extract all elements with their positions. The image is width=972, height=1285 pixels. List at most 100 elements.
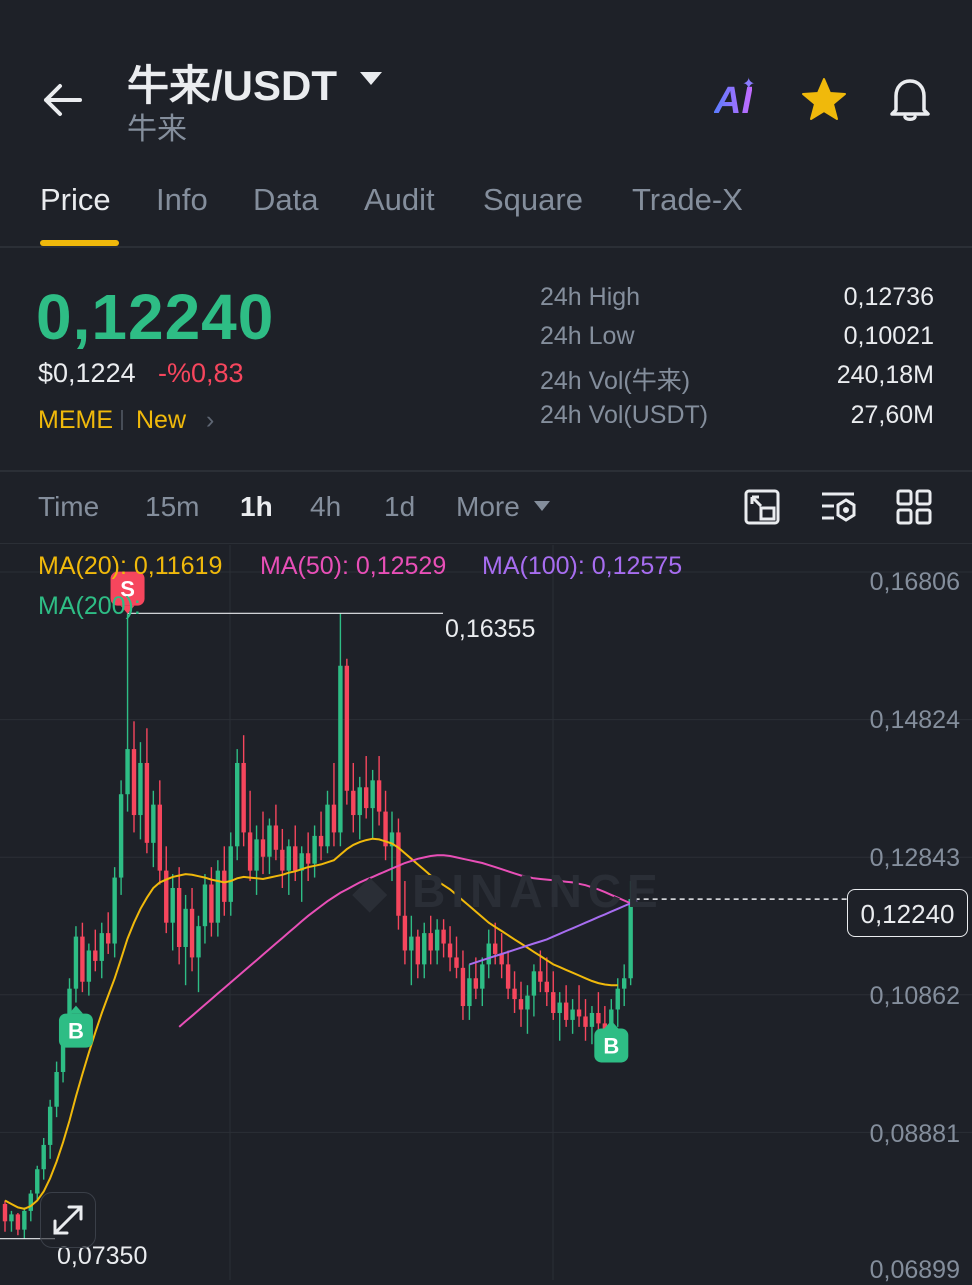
y-axis-label: 0,08881 — [869, 1120, 960, 1148]
expand-chart-button[interactable] — [40, 1192, 96, 1248]
candle-body — [170, 887, 175, 923]
candle-body — [473, 978, 479, 989]
candle-body — [99, 933, 104, 961]
ma100-legend: MA(100): 0,12575 — [482, 552, 683, 580]
candle-body — [428, 933, 433, 951]
tab-audit[interactable]: Audit — [364, 182, 435, 218]
candle-body — [325, 804, 330, 847]
candle-body — [447, 943, 453, 958]
candle-body — [518, 999, 524, 1010]
candle-body — [467, 978, 472, 1007]
interval-1h[interactable]: 1h — [240, 491, 273, 523]
ma50-legend: MA(50): 0,12529 — [260, 552, 447, 580]
candle-body — [286, 846, 291, 871]
tab-square[interactable]: Square — [483, 182, 583, 218]
candle-body — [364, 787, 369, 809]
tab-data[interactable]: Data — [253, 182, 318, 218]
more-dropdown-caret-icon[interactable] — [533, 500, 551, 512]
candle-body — [305, 853, 311, 864]
candle-body — [47, 1106, 53, 1145]
candle-body — [415, 936, 420, 965]
candle-body — [293, 846, 298, 871]
candle-body — [9, 1214, 14, 1222]
candle-body — [228, 846, 233, 902]
candle-body — [512, 988, 517, 1000]
high-price-marker: 0,16355 — [445, 615, 536, 643]
candle-body — [73, 936, 79, 989]
y-axis-label: 0,10862 — [869, 982, 960, 1010]
interval-more[interactable]: More — [456, 491, 520, 523]
candle-body — [409, 936, 414, 951]
candle-body — [241, 762, 246, 833]
candle-body — [273, 825, 279, 850]
candle-body — [93, 950, 98, 961]
candle-body — [183, 908, 188, 948]
price-change-percent: -%0,83 — [158, 358, 244, 388]
pair-dropdown-caret-icon[interactable] — [358, 70, 384, 88]
interval-1d[interactable]: 1d — [384, 491, 415, 523]
tab-bar: Price Info Data Audit Square Trade-X — [0, 182, 972, 246]
y-axis-label: 0,16806 — [869, 568, 960, 596]
candle-body — [376, 780, 382, 812]
candle-body — [344, 665, 350, 791]
watermark-logo: ◆ BINANCE — [352, 865, 664, 917]
chevron-right-icon[interactable]: › — [206, 406, 214, 435]
ma20-legend: MA(20): 0,11619 — [38, 552, 223, 580]
signal-label: B — [68, 1019, 84, 1044]
candle-body — [106, 933, 111, 944]
ai-sparkle-icon: ✦ — [742, 76, 756, 93]
candle-body — [80, 936, 85, 982]
candle-body — [538, 971, 543, 982]
candle-body — [422, 933, 427, 965]
favorite-star-icon[interactable] — [800, 76, 848, 122]
candle-body — [331, 804, 337, 833]
chart-fullscreen-icon[interactable] — [744, 488, 780, 526]
candle-body — [318, 835, 324, 847]
candle-body — [525, 995, 530, 1010]
candle-body — [157, 804, 162, 871]
tag-new[interactable]: New — [136, 406, 186, 435]
interval-15m[interactable]: 15m — [145, 491, 199, 523]
back-arrow-icon[interactable] — [38, 78, 86, 122]
candle-body — [254, 839, 259, 871]
signal-label: B — [603, 1033, 619, 1058]
candle-body — [151, 804, 156, 843]
candle-body — [86, 950, 92, 982]
y-axis-label: 0,06899 — [869, 1256, 960, 1284]
candle-body — [280, 849, 285, 871]
candle-body — [28, 1193, 33, 1211]
tab-info[interactable]: Info — [156, 182, 208, 218]
buy-signal-marker: B — [58, 1005, 93, 1048]
tab-price[interactable]: Price — [40, 182, 111, 218]
stat-label-low: 24h Low — [540, 322, 635, 350]
tag-meme[interactable]: MEME — [38, 406, 113, 435]
stat-value-vol-usdt: 27,60M — [850, 401, 934, 429]
candle-body — [531, 971, 537, 996]
candle-body — [196, 926, 201, 958]
pair-subtitle: 牛来 — [127, 113, 187, 146]
buy-signal-marker: B — [594, 1020, 629, 1063]
candle-body — [15, 1214, 21, 1230]
interval-time[interactable]: Time — [38, 491, 99, 523]
grid-layout-icon[interactable] — [896, 488, 932, 526]
candle-body — [589, 1012, 595, 1027]
tag-separator — [121, 410, 123, 430]
stat-label-high: 24h High — [540, 283, 641, 311]
candle-body — [22, 1210, 27, 1230]
y-axis-label: 0,12843 — [869, 844, 960, 872]
candle-body — [35, 1169, 40, 1194]
interval-4h[interactable]: 4h — [310, 491, 341, 523]
candle-body — [622, 978, 627, 989]
tab-trade-x[interactable]: Trade-X — [632, 182, 743, 218]
ma200-legend: MA(200): — [38, 592, 141, 620]
bell-notification-icon[interactable] — [886, 76, 934, 122]
expand-icon — [53, 1205, 83, 1235]
candle-body — [247, 832, 253, 871]
candle-body — [54, 1072, 59, 1107]
y-axis-label: 0,14824 — [869, 706, 960, 734]
stat-label-vol-base: 24h Vol(牛来) — [540, 367, 691, 395]
indicator-settings-icon[interactable] — [820, 488, 856, 526]
last-price: 0,12240 — [36, 281, 275, 353]
candle-body — [370, 780, 375, 809]
candle-body — [189, 908, 195, 958]
